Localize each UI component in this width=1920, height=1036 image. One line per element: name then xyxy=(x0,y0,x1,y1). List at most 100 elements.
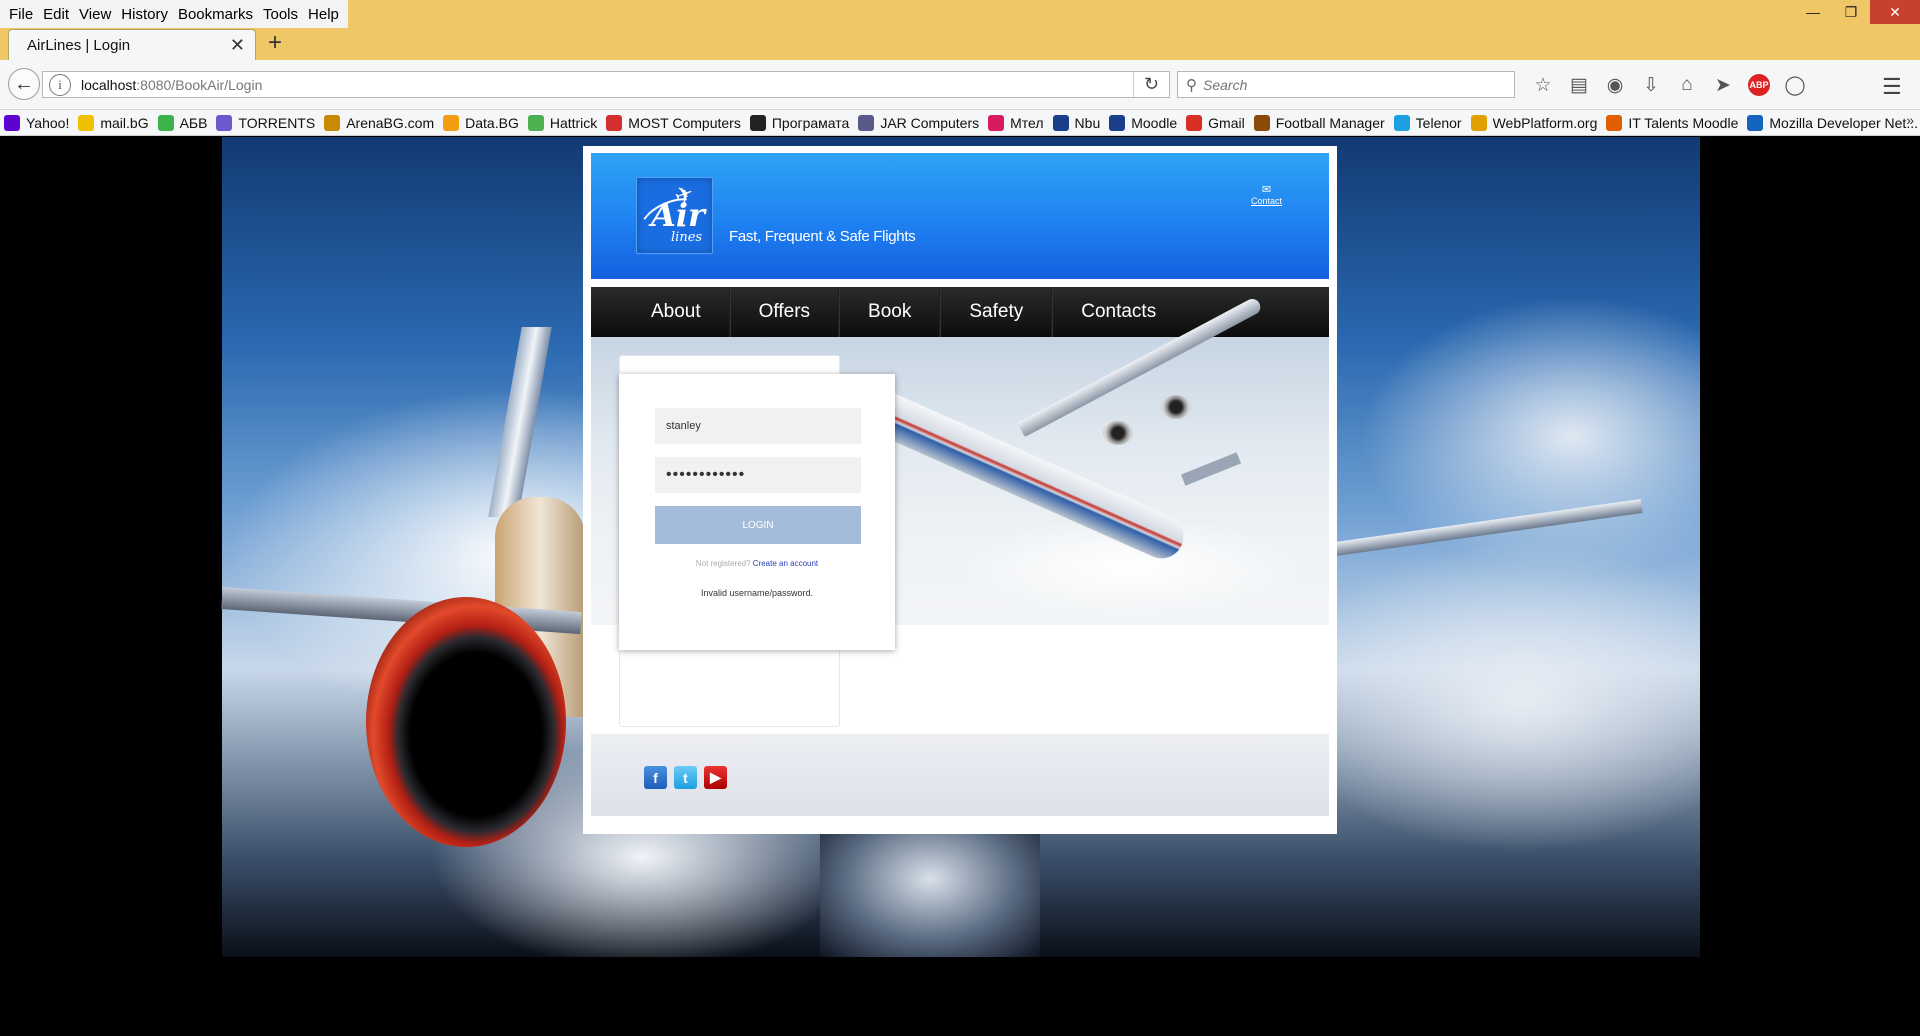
username-input[interactable] xyxy=(655,408,861,444)
cloud-background-patch xyxy=(820,827,1040,957)
back-arrow-icon[interactable]: ← xyxy=(8,68,40,100)
info-icon[interactable]: i xyxy=(49,73,71,96)
bookmark-item[interactable]: ArenaBG.com xyxy=(324,114,435,131)
close-tab-icon[interactable]: ✕ xyxy=(230,35,245,56)
nav-item-offers[interactable]: Offers xyxy=(729,287,840,337)
reading-list-icon[interactable]: ▤ xyxy=(1561,72,1597,98)
bookmark-label: MOST Computers xyxy=(628,114,741,131)
site-footer: f t ▶ xyxy=(591,734,1329,816)
bookmark-label: Hattrick xyxy=(549,114,598,131)
password-input[interactable] xyxy=(655,457,861,493)
search-input[interactable] xyxy=(1203,76,1483,93)
bookmark-label: Програмата xyxy=(771,114,850,131)
close-window-icon[interactable]: ✕ xyxy=(1870,0,1920,24)
bookmark-favicon-icon xyxy=(606,114,623,131)
site-tagline: Fast, Frequent & Safe Flights xyxy=(729,228,916,245)
bookmark-item[interactable]: Telenor xyxy=(1393,114,1462,131)
airplane-engine xyxy=(1161,395,1191,419)
reload-icon[interactable]: ↻ xyxy=(1133,72,1169,97)
menu-tools[interactable]: Tools xyxy=(263,6,298,23)
bookmark-item[interactable]: MOST Computers xyxy=(606,114,741,131)
search-bar[interactable]: ⚲ xyxy=(1177,71,1515,98)
new-tab-icon[interactable]: + xyxy=(268,31,282,55)
bookmark-item[interactable]: Мтел xyxy=(988,114,1044,131)
globe-icon[interactable]: ◯ xyxy=(1777,72,1813,98)
menu-history[interactable]: History xyxy=(121,6,168,23)
login-button[interactable]: Login xyxy=(655,506,861,544)
bookmark-label: Football Manager xyxy=(1275,114,1385,131)
facebook-icon[interactable]: f xyxy=(644,766,667,789)
bookmark-item[interactable]: TORRENTS xyxy=(216,114,316,131)
home-icon[interactable]: ⌂ xyxy=(1669,72,1705,98)
bookmark-favicon-icon xyxy=(1109,114,1126,131)
bookmark-item[interactable]: Програмата xyxy=(749,114,850,131)
bookmark-item[interactable]: mail.bG xyxy=(78,114,149,131)
bookmark-item[interactable]: JAR Computers xyxy=(858,114,980,131)
bookmark-item[interactable]: Gmail xyxy=(1186,114,1245,131)
tab-strip: AirLines | Login ✕ xyxy=(0,28,1920,61)
bookmark-item[interactable]: Hattrick xyxy=(527,114,598,131)
address-bar[interactable]: i localhost:8080/BookAir/Login ↻ xyxy=(42,71,1170,98)
airlines-logo[interactable]: ✈ Air lines xyxy=(635,177,713,254)
adblock-icon[interactable]: ABP xyxy=(1741,72,1777,98)
more-bookmarks-icon[interactable]: » xyxy=(1906,112,1914,128)
menu-bookmarks[interactable]: Bookmarks xyxy=(178,6,253,23)
bookmark-item[interactable]: Football Manager xyxy=(1253,114,1385,131)
nav-item-about[interactable]: About xyxy=(623,287,730,337)
minimize-icon[interactable]: — xyxy=(1794,0,1832,24)
logo-main-text: Air xyxy=(651,196,705,234)
bookmark-label: Yahoo! xyxy=(26,114,70,131)
hamburger-menu-icon[interactable]: ☰ xyxy=(1882,74,1902,100)
airplane-tail xyxy=(1180,452,1242,486)
bookmark-label: Telenor xyxy=(1415,114,1462,131)
site-container: ✈ Air lines Fast, Frequent & Safe Flight… xyxy=(583,146,1337,834)
bookmark-favicon-icon xyxy=(988,114,1005,131)
menu-edit[interactable]: Edit xyxy=(43,6,69,23)
nav-item-safety[interactable]: Safety xyxy=(940,287,1053,337)
bookmark-item[interactable]: WebPlatform.org xyxy=(1470,114,1598,131)
nav-item-book[interactable]: Book xyxy=(839,287,941,337)
contact-link-label[interactable]: Contact xyxy=(1251,196,1282,206)
bookmark-label: WebPlatform.org xyxy=(1492,114,1598,131)
pocket-icon[interactable]: ◉ xyxy=(1597,72,1633,98)
downloads-icon[interactable]: ⇩ xyxy=(1633,72,1669,98)
bookmarks-bar: Yahoo! mail.bG АБВ TORRENTS ArenaBG.com Data.… xyxy=(0,110,1920,136)
bookmark-item[interactable]: Yahoo! xyxy=(4,114,70,131)
twitter-icon[interactable]: t xyxy=(674,766,697,789)
menu-items: File Edit View History Bookmarks Tools H… xyxy=(0,0,348,28)
send-icon[interactable]: ➤ xyxy=(1705,72,1741,98)
bookmark-favicon-icon xyxy=(157,114,174,131)
window-controls: — ❐ ✕ xyxy=(1794,0,1920,24)
bookmark-item[interactable]: Data.BG xyxy=(443,114,519,131)
bookmark-item[interactable]: IT Talents Moodle xyxy=(1606,114,1738,131)
bookmark-item[interactable]: Moodle xyxy=(1109,114,1177,131)
bookmark-label: Mozilla Developer Net... xyxy=(1769,114,1918,131)
youtube-icon[interactable]: ▶ xyxy=(704,766,727,789)
bookmark-favicon-icon xyxy=(527,114,544,131)
restore-icon[interactable]: ❐ xyxy=(1832,0,1870,24)
bookmark-item[interactable]: Nbu xyxy=(1052,114,1100,131)
menu-help[interactable]: Help xyxy=(308,6,339,23)
menu-file[interactable]: File xyxy=(9,6,33,23)
bookmark-label: ArenaBG.com xyxy=(346,114,435,131)
bookmark-label: Gmail xyxy=(1208,114,1245,131)
menu-bar: File Edit View History Bookmarks Tools H… xyxy=(0,0,1920,28)
bookmark-favicon-icon xyxy=(324,114,341,131)
bookmark-item[interactable]: АБВ xyxy=(157,114,207,131)
bookmark-label: JAR Computers xyxy=(880,114,980,131)
logo-sub-text: lines xyxy=(671,230,703,245)
social-links: f t ▶ xyxy=(644,766,734,789)
bookmark-label: mail.bG xyxy=(100,114,149,131)
bookmark-item[interactable]: Mozilla Developer Net... xyxy=(1747,114,1918,131)
menu-view[interactable]: View xyxy=(79,6,111,23)
header-contact-link[interactable]: ✉ Contact xyxy=(1251,185,1282,207)
bookmark-favicon-icon xyxy=(858,114,875,131)
login-error-message: Invalid username/password. xyxy=(700,588,814,598)
bookmark-star-icon[interactable]: ☆ xyxy=(1525,72,1561,98)
create-account-link[interactable]: Create an account xyxy=(753,559,818,568)
tab-airlines-login[interactable]: AirLines | Login ✕ xyxy=(8,29,256,61)
bookmark-label: TORRENTS xyxy=(238,114,316,131)
nav-item-contacts[interactable]: Contacts xyxy=(1052,287,1184,337)
bookmark-favicon-icon xyxy=(1470,114,1487,131)
bookmark-favicon-icon xyxy=(1052,114,1069,131)
